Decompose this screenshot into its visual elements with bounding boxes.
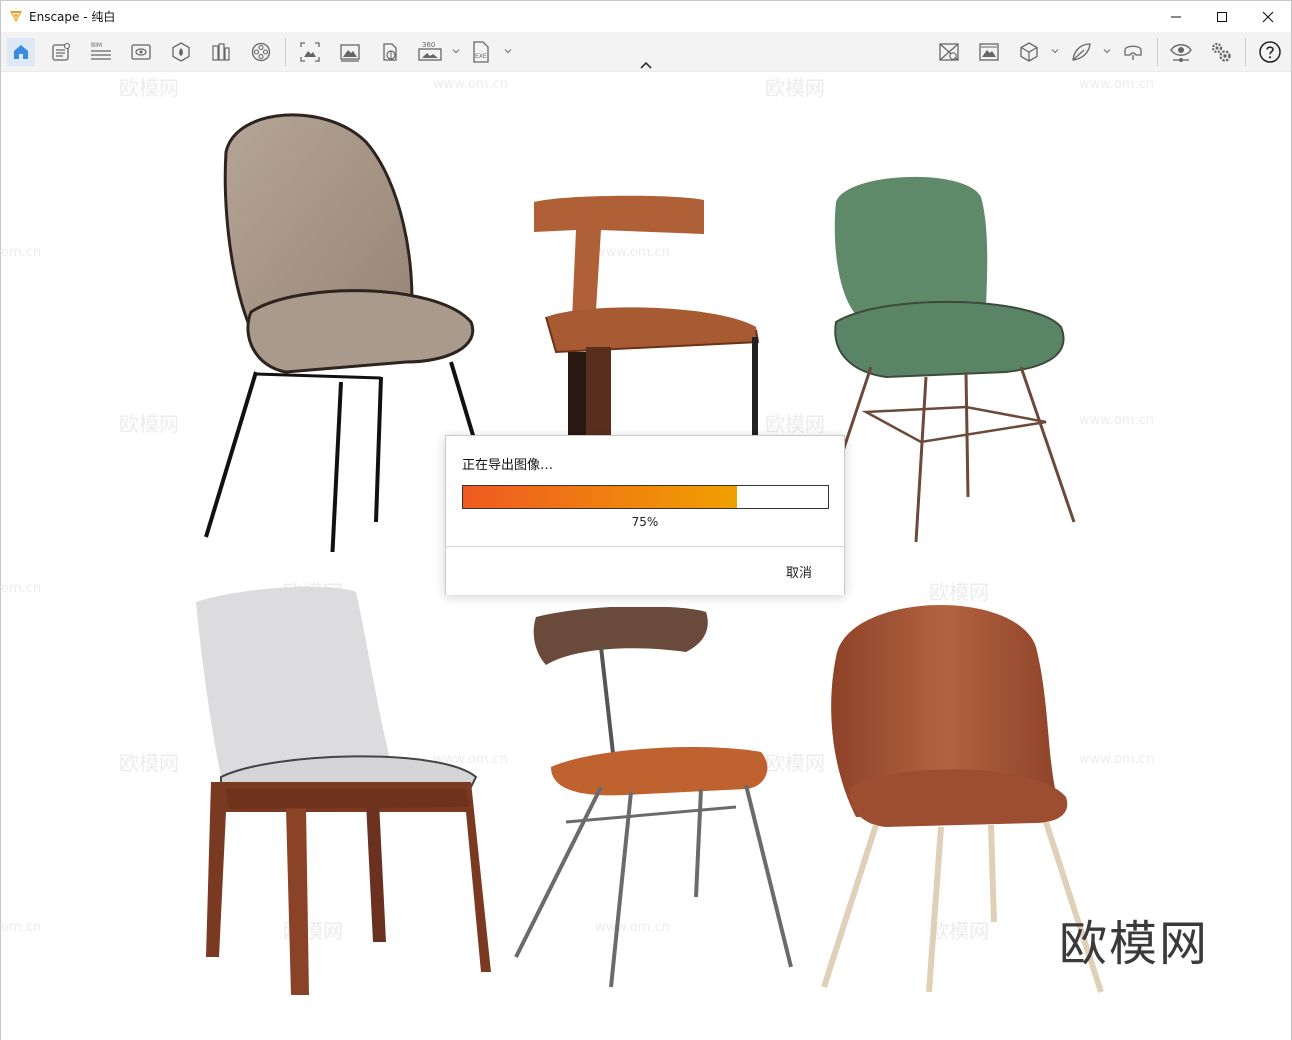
minimize-icon [1171,16,1181,17]
export-progress-fill [463,486,737,508]
web-standalone-icon [383,43,397,61]
home-button[interactable] [7,38,35,66]
export-360-icon: 360 [418,41,442,61]
bim-label: BIM [91,42,102,49]
material-editor-button[interactable] [1067,38,1095,66]
watermark-domain: www.om.cn [1079,77,1154,92]
cube-view-icon [1020,42,1038,62]
toolbar-separator [1245,38,1246,66]
asset-library-icon [172,42,190,62]
enscape-logo-icon [10,11,22,22]
export-exe-icon: EXE [473,41,489,63]
close-button[interactable] [1245,1,1291,32]
wood-back-leather-chair-image [514,607,793,988]
watermark-domain: om.cn [1,245,42,260]
live-update-button[interactable] [1167,38,1195,66]
web-standalone-button[interactable] [376,38,404,66]
exe-label: EXE [475,53,487,60]
watermark-brand: 欧模网 [765,412,825,436]
chevron-down-icon[interactable] [1051,47,1059,55]
watermark-brand: 欧模网 [119,751,179,775]
help-button[interactable] [1256,38,1284,66]
close-icon [1262,11,1274,22]
watermark-brand: 欧模网 [119,76,179,100]
document-name: 纯白 [91,10,116,24]
export-progress-bar [462,485,829,509]
chevron-down-icon[interactable] [1103,47,1111,55]
screenshot-icon [300,42,320,62]
sync-selection-icon [939,43,959,61]
collapse-toolbar-chevron-up-icon[interactable] [638,59,654,71]
enscape-window: Enscape - 纯白 BIM 360 EXE 欧模网 www.om.cn 欧… [0,0,1292,1040]
pano-label: 360 [422,41,435,49]
green-fabric-chair-image [834,176,1076,543]
synchronize-views-icon [979,43,999,61]
live-update-icon [1170,44,1192,62]
view-management-icon [52,42,71,61]
cancel-button[interactable]: 取消 [786,562,812,581]
watermark-domain: www.om.cn [433,77,508,92]
vr-headset-icon [1124,45,1142,60]
dialog-footer: 取消 [446,546,844,595]
view-management-button[interactable] [47,38,75,66]
chevron-down-icon[interactable] [452,47,460,55]
material-editor-icon [1072,43,1091,61]
minimize-button[interactable] [1153,1,1199,32]
export-image-dialog: 正在导出图像… 75% 取消 [445,435,845,595]
dialog-title: 正在导出图像… [462,458,554,473]
bim-button[interactable]: BIM [87,38,115,66]
chevron-down-icon[interactable] [504,47,512,55]
toolbar-separator [285,38,286,66]
batch-render-button[interactable] [207,38,235,66]
export-360-button[interactable]: 360 [416,38,444,66]
settings-icon [1211,42,1231,62]
batch-render-icon [212,43,230,61]
export-exe-button[interactable]: EXE [467,38,495,66]
title-bar[interactable]: Enscape - 纯白 [1,1,1291,32]
help-icon [1259,41,1281,63]
watermark-domain: www.om.cn [1079,413,1154,428]
home-icon [14,45,28,59]
visual-settings-icon [131,44,151,60]
vr-headset-button[interactable] [1119,38,1147,66]
title-separator: - [79,10,92,24]
watermark-brand: 欧模网 [765,76,825,100]
app-name: Enscape [29,10,80,24]
sync-selection-button[interactable] [935,38,963,66]
cube-view-button[interactable] [1015,38,1043,66]
maximize-icon [1217,11,1227,22]
maximize-button[interactable] [1199,1,1245,32]
watermark-domain: om.cn [1,581,42,596]
video-editor-icon [251,42,271,62]
watermark-domain: om.cn [1,920,42,935]
brand-watermark-large: 欧模网 [1059,916,1210,972]
asset-library-button[interactable] [167,38,195,66]
white-fabric-walnut-chair-image [196,586,491,995]
orange-leather-chair-image [534,195,760,442]
visual-settings-button[interactable] [127,38,155,66]
screenshot-button[interactable] [296,38,324,66]
panorama-button[interactable] [336,38,364,66]
synchronize-views-button[interactable] [975,38,1003,66]
panorama-icon [340,44,360,62]
bim-icon: BIM [91,42,111,60]
video-editor-button[interactable] [247,38,275,66]
settings-button[interactable] [1207,38,1235,66]
window-title: Enscape - 纯白 [29,8,115,25]
toolbar-separator [1157,38,1158,66]
watermark-brand: 欧模网 [119,412,179,436]
progress-percentage: 75% [631,515,659,529]
